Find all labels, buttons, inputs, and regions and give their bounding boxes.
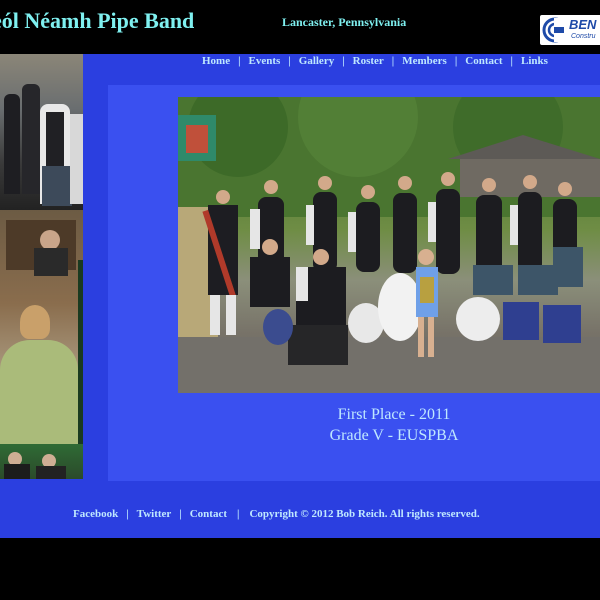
- nav-home[interactable]: Home: [202, 55, 230, 67]
- nav-gallery[interactable]: Gallery: [299, 55, 334, 67]
- nav-separator: |: [391, 55, 395, 67]
- nav-events[interactable]: Events: [249, 55, 281, 67]
- footer-separator: |: [237, 508, 240, 520]
- site-footer: Facebook | Twitter | Contact | Copyright © 201…: [73, 508, 480, 520]
- sponsor-subtext: Constru: [571, 33, 596, 40]
- footer-separator: |: [126, 508, 129, 520]
- nav-separator: |: [288, 55, 291, 67]
- photo-caption-award: First Place - 2011: [337, 406, 451, 423]
- band-photo-illustration: [178, 97, 600, 393]
- photo-caption-grade: Grade V - EUSPBA: [329, 427, 459, 444]
- side-photo-members: [0, 444, 83, 479]
- nav-separator: |: [238, 55, 241, 67]
- side-photo-pipers: [0, 54, 83, 210]
- nav-members[interactable]: Members: [402, 55, 447, 67]
- nav-roster[interactable]: Roster: [353, 55, 384, 67]
- site-title: eól Néamh Pipe Band: [0, 8, 195, 33]
- copyright-notice: Copyright © 2012 Bob Reich. All rights r…: [249, 508, 480, 520]
- main-nav: Home | Events | Gallery | Roster | Members | Conta…: [202, 55, 548, 67]
- band-group-photo: [178, 97, 600, 393]
- nav-separator: |: [510, 55, 513, 67]
- side-photo-strip: [0, 54, 83, 479]
- sponsor-logo-icon: [542, 17, 568, 43]
- nav-separator: |: [342, 55, 345, 67]
- site-header: eól Néamh Pipe Band Lancaster, Pennsylva…: [0, 0, 600, 54]
- footer-separator: |: [179, 508, 182, 520]
- nav-separator: |: [454, 55, 458, 67]
- footer-contact-link[interactable]: Contact: [190, 508, 227, 520]
- nav-contact[interactable]: Contact: [465, 55, 502, 67]
- sponsor-name: BEN: [569, 17, 597, 32]
- sponsor-logo[interactable]: BEN Constru: [540, 15, 600, 45]
- footer-twitter-link[interactable]: Twitter: [137, 508, 172, 520]
- band-location: Lancaster, Pennsylvania: [282, 15, 407, 29]
- nav-links[interactable]: Links: [521, 55, 548, 67]
- side-photo-audience: [0, 210, 83, 444]
- footer-facebook-link[interactable]: Facebook: [73, 508, 118, 520]
